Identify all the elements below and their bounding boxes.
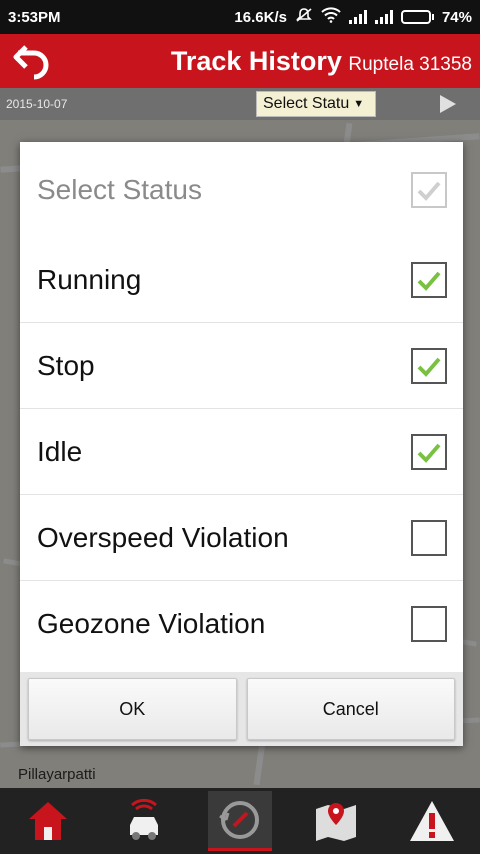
nav-home[interactable] bbox=[16, 791, 80, 851]
status-option-row[interactable]: Overspeed Violation bbox=[20, 495, 463, 581]
app-header: Track History Ruptela 31358 bbox=[0, 34, 480, 88]
status-option-checkbox[interactable] bbox=[411, 606, 447, 642]
check-icon bbox=[417, 271, 441, 291]
battery-percent: 74% bbox=[441, 8, 472, 26]
back-arrow-icon bbox=[13, 45, 49, 80]
status-option-label: Running bbox=[37, 263, 142, 295]
map-pin-icon bbox=[316, 803, 356, 841]
select-all-row[interactable]: Select Status bbox=[20, 142, 463, 237]
nav-vehicle[interactable] bbox=[112, 791, 176, 851]
net-speed: 16.6K/s bbox=[234, 8, 287, 26]
status-option-checkbox[interactable] bbox=[411, 433, 447, 470]
nav-alerts[interactable] bbox=[400, 791, 464, 851]
status-option-label: Geozone Violation bbox=[37, 608, 266, 639]
nav-map[interactable] bbox=[304, 791, 368, 851]
ok-button[interactable]: OK bbox=[28, 678, 237, 740]
cancel-button[interactable]: Cancel bbox=[246, 678, 455, 740]
status-option-checkbox[interactable] bbox=[411, 519, 447, 556]
status-option-row[interactable]: Stop bbox=[20, 323, 463, 409]
bottom-nav bbox=[0, 788, 480, 854]
signal-icon-1 bbox=[348, 10, 367, 24]
select-all-label: Select Status bbox=[37, 173, 202, 205]
back-button[interactable] bbox=[0, 34, 64, 88]
date-field[interactable]: 2015-10-07 bbox=[6, 97, 256, 111]
signal-icon-2 bbox=[374, 10, 393, 24]
status-option-label: Idle bbox=[37, 435, 83, 467]
wifi-icon bbox=[321, 7, 341, 27]
status-option-label: Overspeed Violation bbox=[37, 521, 289, 553]
check-icon bbox=[417, 443, 441, 463]
status-select[interactable]: Select Statu ▼ bbox=[256, 91, 376, 117]
play-icon[interactable] bbox=[440, 95, 456, 113]
mute-icon bbox=[295, 7, 313, 27]
check-icon bbox=[417, 181, 441, 201]
status-option-checkbox[interactable] bbox=[411, 347, 447, 384]
track-history-icon bbox=[219, 800, 259, 839]
check-icon bbox=[417, 357, 441, 377]
select-all-checkbox[interactable] bbox=[411, 171, 447, 208]
dropdown-arrow-icon: ▼ bbox=[353, 98, 365, 110]
status-option-row[interactable]: Geozone Violation bbox=[20, 581, 463, 667]
status-option-row[interactable]: Idle bbox=[20, 409, 463, 495]
status-select-value: Select Statu bbox=[263, 95, 350, 112]
page-title: Track History bbox=[170, 45, 342, 76]
status-time: 3:53PM bbox=[8, 8, 61, 26]
select-status-dialog: Select Status Running Stop Idle Overspeed V… bbox=[20, 142, 463, 746]
vehicle-signal-icon bbox=[130, 798, 158, 840]
nav-track-history[interactable] bbox=[208, 791, 272, 851]
status-option-checkbox[interactable] bbox=[411, 261, 447, 298]
alert-icon bbox=[410, 801, 454, 841]
home-icon bbox=[29, 802, 67, 840]
header-title-group: Track History Ruptela 31358 bbox=[64, 46, 480, 77]
dialog-buttons: OK Cancel bbox=[20, 672, 463, 746]
battery-icon bbox=[400, 10, 434, 24]
status-option-row[interactable]: Running bbox=[20, 237, 463, 323]
status-option-label: Stop bbox=[37, 349, 95, 381]
status-bar: 3:53PM 16.6K/s 74% bbox=[0, 0, 480, 34]
device-name: Ruptela 31358 bbox=[348, 53, 472, 75]
status-right: 16.6K/s 74% bbox=[234, 7, 472, 27]
history-toolbar: 2015-10-07 Select Statu ▼ bbox=[0, 88, 480, 120]
